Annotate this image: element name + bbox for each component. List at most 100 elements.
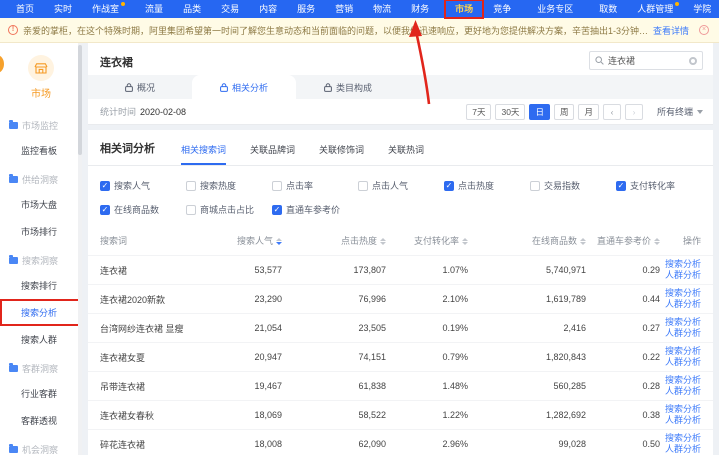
- action-link-人群分析[interactable]: 人群分析: [660, 299, 701, 310]
- sort-icon[interactable]: [380, 238, 386, 245]
- subtab-相关搜索词[interactable]: 相关搜索词: [181, 143, 226, 165]
- nav-item-财务[interactable]: 财务: [401, 0, 439, 18]
- notice-detail-link[interactable]: 查看详情: [653, 24, 689, 37]
- tab-概况[interactable]: 概况: [88, 75, 192, 99]
- filter-搜索热度[interactable]: 搜索热度: [186, 179, 272, 192]
- column-header-直通车参考价[interactable]: 直通车参考价: [586, 226, 660, 256]
- filter-在线商品数[interactable]: ✓在线商品数: [100, 203, 186, 216]
- sidebar-item-行业客群[interactable]: 行业客群: [0, 380, 82, 407]
- cell-value: 1.07%: [386, 256, 468, 285]
- sidebar-scrollbar[interactable]: [78, 43, 82, 455]
- nav-item-流量[interactable]: 流量: [135, 0, 173, 18]
- tab-相关分析[interactable]: 相关分析: [192, 75, 296, 99]
- sort-up-icon: [380, 238, 386, 241]
- range-button-7天[interactable]: 7天: [466, 104, 491, 120]
- nav-item-业务专区[interactable]: 业务专区: [527, 0, 583, 18]
- column-header-在线商品数[interactable]: 在线商品数: [468, 226, 586, 256]
- settings-icon[interactable]: [689, 57, 697, 65]
- period-button-周[interactable]: 周: [554, 104, 575, 120]
- action-link-人群分析[interactable]: 人群分析: [660, 328, 701, 339]
- subtab-关联品牌词[interactable]: 关联品牌词: [250, 143, 295, 165]
- action-link-搜索分析[interactable]: 搜索分析: [660, 288, 701, 299]
- filter-点击人气[interactable]: 点击人气: [358, 179, 444, 192]
- sidebar-logo: 市场: [0, 43, 82, 100]
- filter-搜索人气[interactable]: ✓搜索人气: [100, 179, 186, 192]
- action-link-搜索分析[interactable]: 搜索分析: [660, 346, 701, 357]
- checkbox-checked[interactable]: ✓: [272, 205, 282, 215]
- filter-支付转化率[interactable]: ✓支付转化率: [616, 179, 702, 192]
- sort-icon[interactable]: [580, 238, 586, 245]
- column-header-点击热度[interactable]: 点击热度: [282, 226, 386, 256]
- action-link-搜索分析[interactable]: 搜索分析: [660, 317, 701, 328]
- terminal-dropdown[interactable]: 所有终端: [657, 105, 703, 118]
- checkbox-checked[interactable]: ✓: [444, 181, 454, 191]
- action-link-搜索分析[interactable]: 搜索分析: [660, 404, 701, 415]
- filter-点击率[interactable]: 点击率: [272, 179, 358, 192]
- tab-类目构成[interactable]: 类目构成: [296, 75, 400, 99]
- nav-item-竞争[interactable]: 竞争: [483, 0, 521, 18]
- nav-item-实时[interactable]: 实时: [44, 0, 82, 18]
- sort-icon[interactable]: [654, 238, 660, 245]
- sidebar-item-搜索排行[interactable]: 搜索排行: [0, 272, 82, 299]
- nav-item-学院[interactable]: 学院: [683, 0, 719, 18]
- sidebar-item-搜索分析[interactable]: 搜索分析: [0, 299, 82, 326]
- column-header-支付转化率[interactable]: 支付转化率: [386, 226, 468, 256]
- next-button[interactable]: ›: [625, 104, 643, 120]
- column-header-搜索词: 搜索词: [88, 226, 230, 256]
- market-logo-icon: [28, 55, 54, 81]
- nav-item-物流[interactable]: 物流: [363, 0, 401, 18]
- folder-icon: [9, 446, 18, 453]
- checkbox-unchecked[interactable]: [358, 181, 368, 191]
- sidebar-item-市场大盘[interactable]: 市场大盘: [0, 191, 82, 218]
- sidebar-item-客群透视[interactable]: 客群透视: [0, 407, 82, 434]
- keyword-search-input[interactable]: [608, 56, 689, 66]
- search-icon: [595, 56, 604, 65]
- filter-点击热度[interactable]: ✓点击热度: [444, 179, 530, 192]
- sort-icon[interactable]: [462, 238, 468, 245]
- nav-item-交易[interactable]: 交易: [211, 0, 249, 18]
- action-link-人群分析[interactable]: 人群分析: [660, 357, 701, 368]
- keyword-search-box[interactable]: [589, 51, 703, 70]
- checkbox-unchecked[interactable]: [186, 181, 196, 191]
- cell-search-term: 吊带连衣裙: [88, 372, 230, 401]
- filter-商城点击占比[interactable]: 商城点击占比: [186, 203, 272, 216]
- sort-up-icon: [462, 238, 468, 241]
- action-link-搜索分析[interactable]: 搜索分析: [660, 259, 701, 270]
- checkbox-unchecked[interactable]: [530, 181, 540, 191]
- checkbox-checked[interactable]: ✓: [616, 181, 626, 191]
- action-link-人群分析[interactable]: 人群分析: [660, 415, 701, 426]
- column-header-搜索人气[interactable]: 搜索人气: [230, 226, 282, 256]
- checkbox-checked[interactable]: ✓: [100, 181, 110, 191]
- filter-直通车参考价[interactable]: ✓直通车参考价: [272, 203, 358, 216]
- sidebar-item-市场排行[interactable]: 市场排行: [0, 218, 82, 245]
- sidebar-item-搜索人群[interactable]: 搜索人群: [0, 326, 82, 353]
- nav-item-人群管理[interactable]: 人群管理: [627, 0, 683, 18]
- filter-交易指数[interactable]: 交易指数: [530, 179, 616, 192]
- checkbox-unchecked[interactable]: [186, 205, 196, 215]
- nav-item-内容[interactable]: 内容: [249, 0, 287, 18]
- nav-item-品类[interactable]: 品类: [173, 0, 211, 18]
- nav-item-首页[interactable]: 首页: [6, 0, 44, 18]
- nav-item-服务[interactable]: 服务: [287, 0, 325, 18]
- sidebar-item-监控看板[interactable]: 监控看板: [0, 137, 82, 164]
- nav-item-作战室[interactable]: 作战室: [82, 0, 129, 18]
- action-link-人群分析[interactable]: 人群分析: [660, 386, 701, 397]
- action-link-人群分析[interactable]: 人群分析: [660, 270, 701, 281]
- subtab-关联修饰词[interactable]: 关联修饰词: [319, 143, 364, 165]
- action-link-搜索分析[interactable]: 搜索分析: [660, 375, 701, 386]
- checkbox-checked[interactable]: ✓: [100, 205, 110, 215]
- action-link-人群分析[interactable]: 人群分析: [660, 444, 701, 455]
- subtab-关联热词[interactable]: 关联热词: [388, 143, 424, 165]
- checkbox-unchecked[interactable]: [272, 181, 282, 191]
- action-link-搜索分析[interactable]: 搜索分析: [660, 433, 701, 444]
- prev-button[interactable]: ‹: [603, 104, 621, 120]
- period-button-日[interactable]: 日: [529, 104, 550, 120]
- nav-item-营销[interactable]: 营销: [325, 0, 363, 18]
- nav-item-取数[interactable]: 取数: [589, 0, 627, 18]
- period-button-月[interactable]: 月: [578, 104, 599, 120]
- range-button-30天[interactable]: 30天: [495, 104, 525, 120]
- close-icon[interactable]: ×: [699, 25, 709, 35]
- scrollbar-thumb[interactable]: [78, 45, 82, 155]
- sort-icon[interactable]: [276, 238, 282, 245]
- nav-item-市场[interactable]: 市场: [445, 0, 483, 18]
